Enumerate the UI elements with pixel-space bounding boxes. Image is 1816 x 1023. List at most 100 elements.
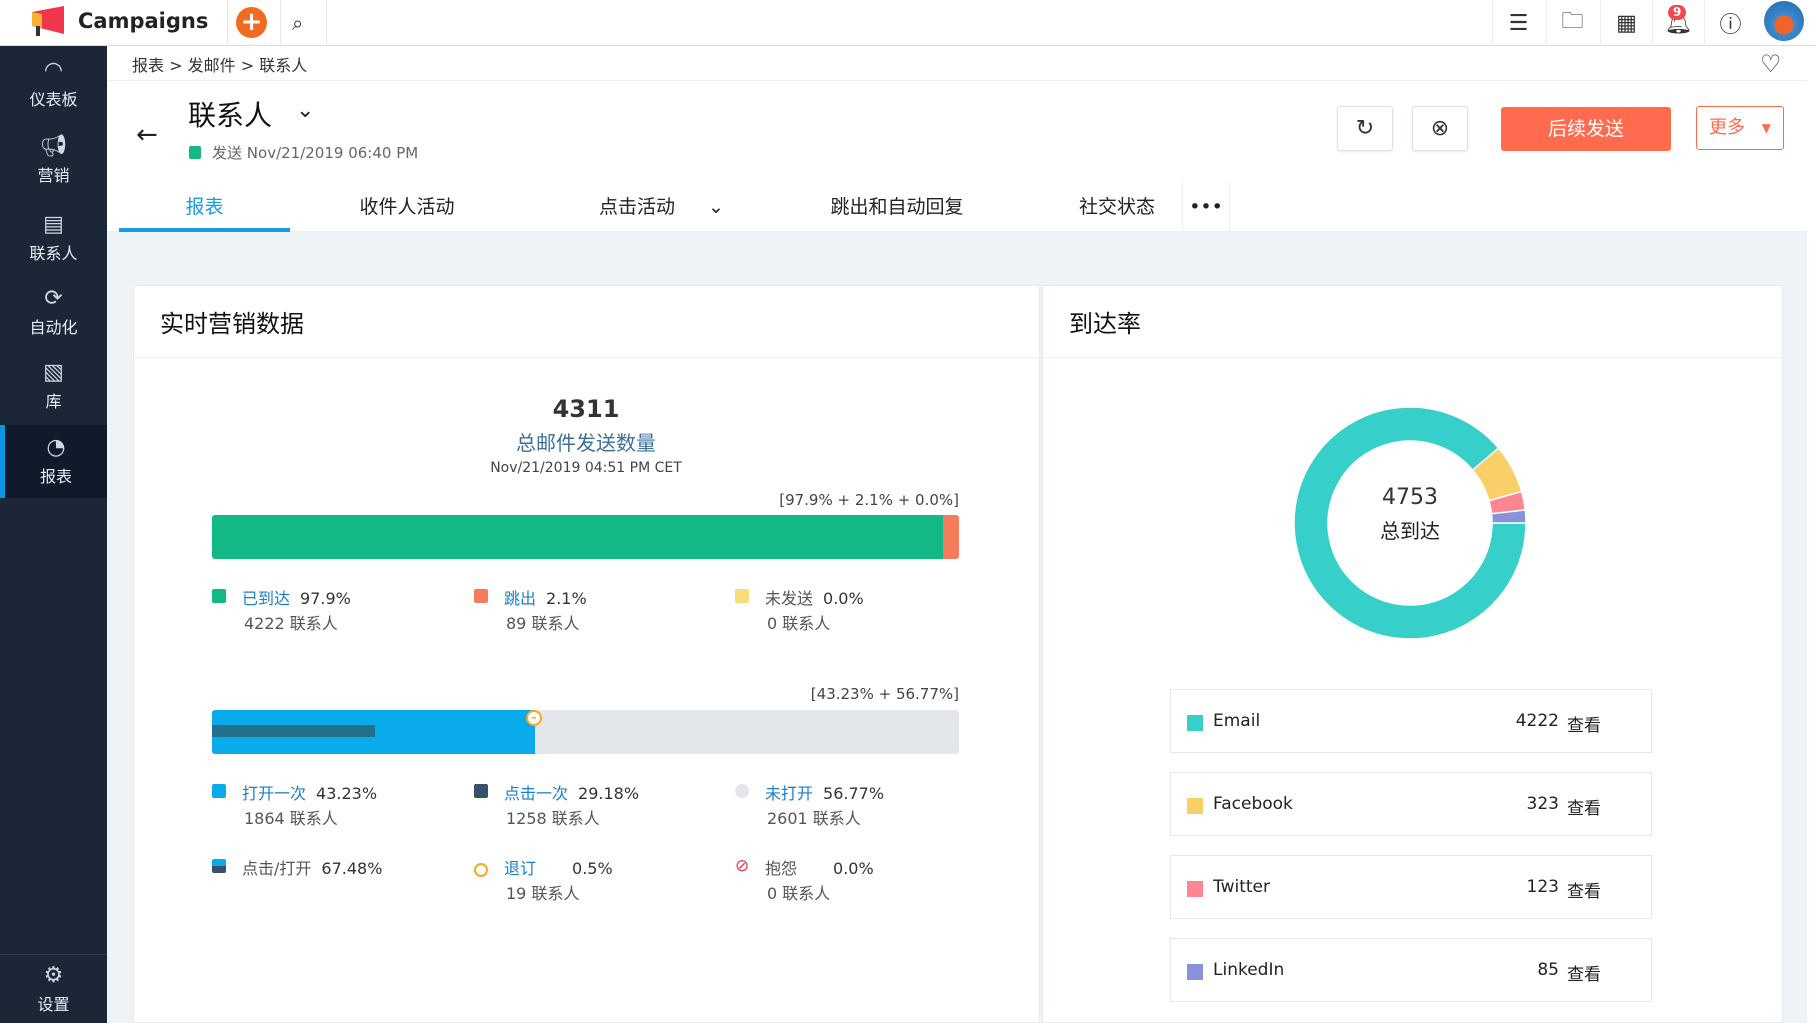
breadcrumb-current: 联系人 — [259, 56, 307, 75]
pie-chart-icon: ◔ — [5, 433, 107, 461]
title-chevron-down-icon[interactable]: ⌄ — [296, 98, 314, 123]
legend-label[interactable]: 点击一次 — [504, 784, 568, 803]
legend-label[interactable]: 未打开 — [765, 784, 813, 803]
tab-recipient-activity[interactable]: 收件人活动 — [317, 182, 497, 232]
legend-pct: 97.9% — [300, 589, 351, 608]
app-name: Campaigns — [78, 9, 208, 33]
reset-refresh-button[interactable]: ⊗ — [1412, 106, 1468, 151]
legend-label: 未发送 — [765, 589, 813, 608]
complaint-prohibited-icon: ⊘ — [735, 855, 749, 869]
view-link[interactable]: 查看 — [1567, 960, 1601, 985]
sidebar-item-dashboard[interactable]: ◠仪表板 — [0, 56, 107, 128]
reach-swatch — [1187, 964, 1203, 980]
legend-swatch — [212, 784, 226, 798]
reach-count: 123 — [1527, 877, 1559, 897]
dashboard-icon: ◠ — [0, 56, 107, 84]
page-title: 联系人 — [188, 94, 272, 134]
favorite-heart-icon[interactable]: ♡ — [1760, 50, 1782, 78]
tab-bounces[interactable]: 跳出和自动回复 — [807, 182, 987, 232]
legend-count: 2601 联系人 — [767, 805, 861, 829]
notification-badge: 9 — [1668, 5, 1686, 20]
more-label: 更多 — [1709, 117, 1745, 138]
sidebar-item-marketing[interactable]: 📢︎营销 — [0, 132, 107, 204]
reach-swatch — [1187, 881, 1203, 897]
folder-icon[interactable]: 🗀 — [1546, 0, 1598, 46]
tab-social[interactable]: 社交状态 — [1067, 182, 1167, 232]
legend-swatch — [212, 589, 226, 603]
legend-pct: 29.18% — [578, 784, 639, 803]
status-label: 发送 — [212, 144, 242, 162]
legend-label[interactable]: 已到达 — [242, 589, 290, 608]
tab-reports[interactable]: 报表 — [119, 182, 290, 232]
complaint-pct: 0.0% — [833, 859, 874, 878]
legend-count: 1258 联系人 — [506, 805, 600, 829]
clicked-segment — [212, 725, 375, 737]
view-link[interactable]: 查看 — [1567, 711, 1601, 736]
sent-status: 发送 Nov/21/2019 06:40 PM — [212, 142, 418, 163]
more-button[interactable]: 更多▼ — [1696, 106, 1784, 150]
sidebar-item-automation[interactable]: ⟳自动化 — [0, 284, 107, 356]
gallery-icon: ▧ — [0, 358, 107, 386]
reach-channel: Facebook — [1213, 794, 1293, 814]
reach-channel: LinkedIn — [1213, 960, 1284, 980]
view-link[interactable]: 查看 — [1567, 794, 1601, 819]
megaphone-icon: 📢︎ — [0, 132, 107, 160]
sent-timestamp: Nov/21/2019 04:51 PM CET — [212, 460, 960, 476]
sidebar: ◠仪表板 📢︎营销 ▤联系人 ⟳自动化 ▧库 ◔报表 ⚙设置 — [0, 46, 107, 1023]
follow-up-button[interactable]: 后续发送 — [1501, 107, 1671, 151]
legend-count: 1864 联系人 — [244, 805, 338, 829]
sidebar-label: 仪表板 — [0, 86, 107, 110]
open-bar — [212, 710, 959, 754]
avatar[interactable] — [1764, 1, 1804, 41]
help-icon[interactable]: ⓘ — [1704, 0, 1756, 46]
reach-title: 到达率 — [1043, 286, 1782, 358]
delivery-summary: [97.9% + 2.1% + 0.0%] — [779, 491, 959, 509]
sidebar-item-library[interactable]: ▧库 — [0, 358, 107, 430]
reach-total-label: 总到达 — [1330, 515, 1490, 544]
back-arrow-icon[interactable]: ← — [136, 120, 158, 150]
unsubscribe-label[interactable]: 退订 — [504, 859, 536, 878]
breadcrumb-reports[interactable]: 报表 — [132, 56, 164, 75]
reach-swatch — [1187, 715, 1203, 731]
complaint-label: 抱怨 — [765, 859, 797, 878]
legend-count: 89 联系人 — [506, 610, 579, 634]
create-button[interactable]: + — [236, 7, 267, 38]
unsubscribe-count: 19 联系人 — [506, 880, 579, 904]
legend-pct: 56.77% — [823, 784, 884, 803]
unsubscribe-pct: 0.5% — [572, 859, 613, 878]
watchlist-icon[interactable]: ☰ — [1492, 0, 1544, 46]
sent-time: Nov/21/2019 06:40 PM — [247, 144, 418, 162]
total-sent: 4311 — [212, 395, 960, 423]
campaigns-logo — [28, 6, 66, 38]
realtime-title: 实时营销数据 — [134, 286, 1039, 358]
breadcrumb-sep: > — [169, 56, 182, 75]
tabs-more-icon[interactable]: ••• — [1182, 182, 1230, 232]
click-activity-chevron-icon[interactable]: ⌄ — [691, 182, 741, 232]
legend-label[interactable]: 跳出 — [504, 589, 536, 608]
reach-count: 4222 — [1516, 711, 1559, 731]
sidebar-item-contacts[interactable]: ▤联系人 — [0, 210, 107, 282]
reach-channel: Twitter — [1213, 877, 1270, 897]
delivery-bar — [212, 515, 959, 559]
reach-channel: Email — [1213, 711, 1260, 731]
reach-row-linkedin: LinkedIn85查看 — [1170, 938, 1652, 1002]
breadcrumb-sep: > — [241, 56, 254, 75]
sidebar-item-reports[interactable]: ◔报表 — [0, 425, 107, 498]
refresh-button[interactable]: ↻ — [1337, 106, 1393, 151]
sidebar-item-settings[interactable]: ⚙设置 — [0, 954, 107, 1023]
search-icon[interactable]: ⌕ — [292, 11, 303, 35]
bounced-segment — [943, 515, 959, 559]
open-summary: [43.23% + 56.77%] — [811, 685, 959, 703]
calendar-icon[interactable]: ▦ — [1600, 0, 1652, 46]
legend-count: 0 联系人 — [767, 610, 830, 634]
legend-label[interactable]: 打开一次 — [242, 784, 306, 803]
unsubscribe-marker-icon: – — [526, 710, 542, 726]
legend-swatch — [735, 589, 749, 603]
view-link[interactable]: 查看 — [1567, 877, 1601, 902]
breadcrumb-email[interactable]: 发邮件 — [188, 56, 236, 75]
delivered-segment — [212, 515, 943, 559]
contact-card-icon: ▤ — [0, 210, 107, 238]
gear-icon: ⚙ — [0, 961, 107, 989]
click-open-pct: 67.48% — [321, 859, 382, 878]
unsubscribe-icon — [474, 863, 488, 877]
